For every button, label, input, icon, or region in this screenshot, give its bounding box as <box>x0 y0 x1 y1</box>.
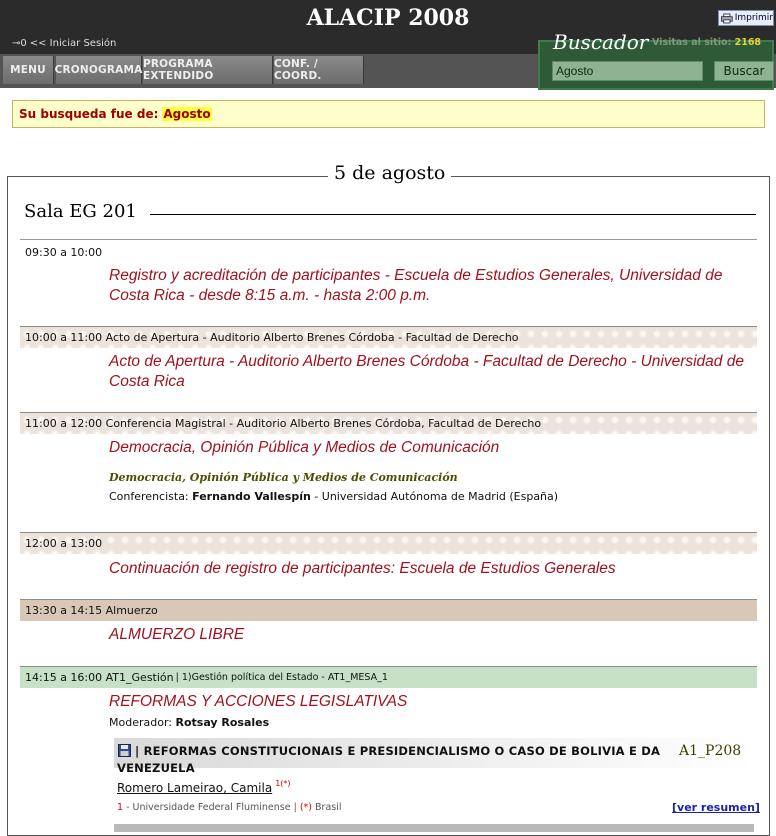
speaker-name: Fernando Vallespín <box>192 490 311 503</box>
login-link[interactable]: ⊸0 << Iniciar Sesión <box>12 38 116 49</box>
room-title: Sala EG 201 <box>24 201 137 222</box>
printer-icon <box>721 13 733 23</box>
affiliation-line: 1 - Universidade Federal Fluminense | (*… <box>117 802 342 813</box>
moderator-line: Moderador: Rotsay Rosales <box>109 716 269 729</box>
view-summary-link[interactable]: [ver resumen] <box>672 801 760 814</box>
slot-header-text: Conferencia Magistral - Auditorio Albert… <box>105 417 542 430</box>
slot-title-1[interactable]: Registro y acreditación de participantes… <box>109 266 754 306</box>
author-name[interactable]: Romero Lameirao, Camila <box>117 781 272 795</box>
slot-title-4[interactable]: Continuación de registro de participante… <box>109 559 754 579</box>
speaker-label: Conferencista: <box>109 490 189 503</box>
author-line: Romero Lameirao, Camila 1(*) <box>117 779 291 795</box>
room-divider <box>150 214 756 215</box>
slot-header-4: 12:00 a 13:00 <box>20 532 757 554</box>
search-title: Buscador <box>553 30 649 54</box>
key-icon: ⊸0 <box>12 38 27 49</box>
slot-header-3: 11:00 a 12:00 Conferencia Magistral - Au… <box>20 412 757 434</box>
visits-count: 2168 <box>734 37 762 48</box>
speaker-affiliation: - Universidad Autónoma de Madrid (España… <box>314 490 559 503</box>
day-title: 5 de agosto <box>328 162 452 184</box>
login-label: << Iniciar Sesión <box>29 38 117 49</box>
slot-title-2[interactable]: Acto de Apertura - Auditorio Alberto Bre… <box>109 352 754 392</box>
slot-header-5: 13:30 a 14:15 Almuerzo <box>20 599 757 621</box>
affiliation-star: (*) <box>299 802 312 813</box>
moderator-label: Moderador: <box>109 716 172 729</box>
slot-title-6[interactable]: REFORMAS Y ACCIONES LEGISLATIVAS <box>109 692 754 712</box>
visits-label: Visitas al sitio: <box>652 37 732 48</box>
slot-title-5[interactable]: ALMUERZO LIBRE <box>109 625 754 645</box>
paper-card-footer <box>114 824 754 832</box>
visit-counter: Visitas al sitio: 2168 <box>652 37 761 48</box>
tab-menu[interactable]: MENU <box>3 56 54 84</box>
print-button[interactable]: Imprimir <box>718 10 774 26</box>
slot-header-1: 09:30 a 10:00 <box>20 241 757 263</box>
tab-cronograma[interactable]: CRONOGRAMA <box>55 56 142 84</box>
slot-header-6: 14:15 a 16:00 AT1_Gestión | 1)Gestión po… <box>20 666 757 688</box>
tab-programa-extendido[interactable]: PROGRAMA EXTENDIDO <box>143 56 273 84</box>
moderator-name: Rotsay Rosales <box>175 716 270 729</box>
slot-time: 14:15 a 16:00 <box>25 671 103 684</box>
slot-time: 13:30 a 14:15 <box>25 604 103 617</box>
slot-time: 12:00 a 13:00 <box>25 537 103 550</box>
slot-header-text: Acto de Apertura - Auditorio Alberto Bre… <box>105 331 519 344</box>
divider <box>20 239 757 240</box>
slot-time: 11:00 a 12:00 <box>25 417 103 430</box>
affiliation-country: Brasil <box>312 802 342 813</box>
site-title: ALACIP 2008 <box>306 5 470 31</box>
search-result-note: Su busqueda fue de: Agosto <box>12 100 765 128</box>
tab-conf-coord[interactable]: CONF. / COORD. <box>274 56 364 84</box>
paper-code: A1_P208 <box>679 743 742 759</box>
slot-header-detail: | 1)Gestión política del Estado - AT1_ME… <box>175 672 388 683</box>
print-label: Imprimir <box>734 13 773 23</box>
slot-header-text: Almuerzo <box>105 604 158 617</box>
paper-title[interactable]: | REFORMAS CONSTITUCIONAIS E PRESIDENCIA… <box>117 743 677 777</box>
result-term: Agosto <box>162 107 212 121</box>
search-button[interactable]: Buscar <box>714 61 774 81</box>
conference-subtitle: Democracia, Opinión Pública y Medios de … <box>109 471 458 484</box>
slot-time: 09:30 a 10:00 <box>25 245 103 259</box>
slot-header-2: 10:00 a 11:00 Acto de Apertura - Auditor… <box>20 326 757 348</box>
search-input[interactable] <box>552 61 703 81</box>
result-label: Su busqueda fue de: <box>19 107 159 121</box>
speaker-line: Conferencista: Fernando Vallespín - Univ… <box>109 490 558 503</box>
slot-header-text: AT1_Gestión <box>105 671 174 684</box>
slot-time: 10:00 a 11:00 <box>25 331 103 344</box>
author-superscript: 1(*) <box>275 779 291 788</box>
slot-title-3[interactable]: Democracia, Opinión Pública y Medios de … <box>109 438 754 458</box>
affiliation-text: - Universidade Federal Fluminense | <box>123 802 300 813</box>
